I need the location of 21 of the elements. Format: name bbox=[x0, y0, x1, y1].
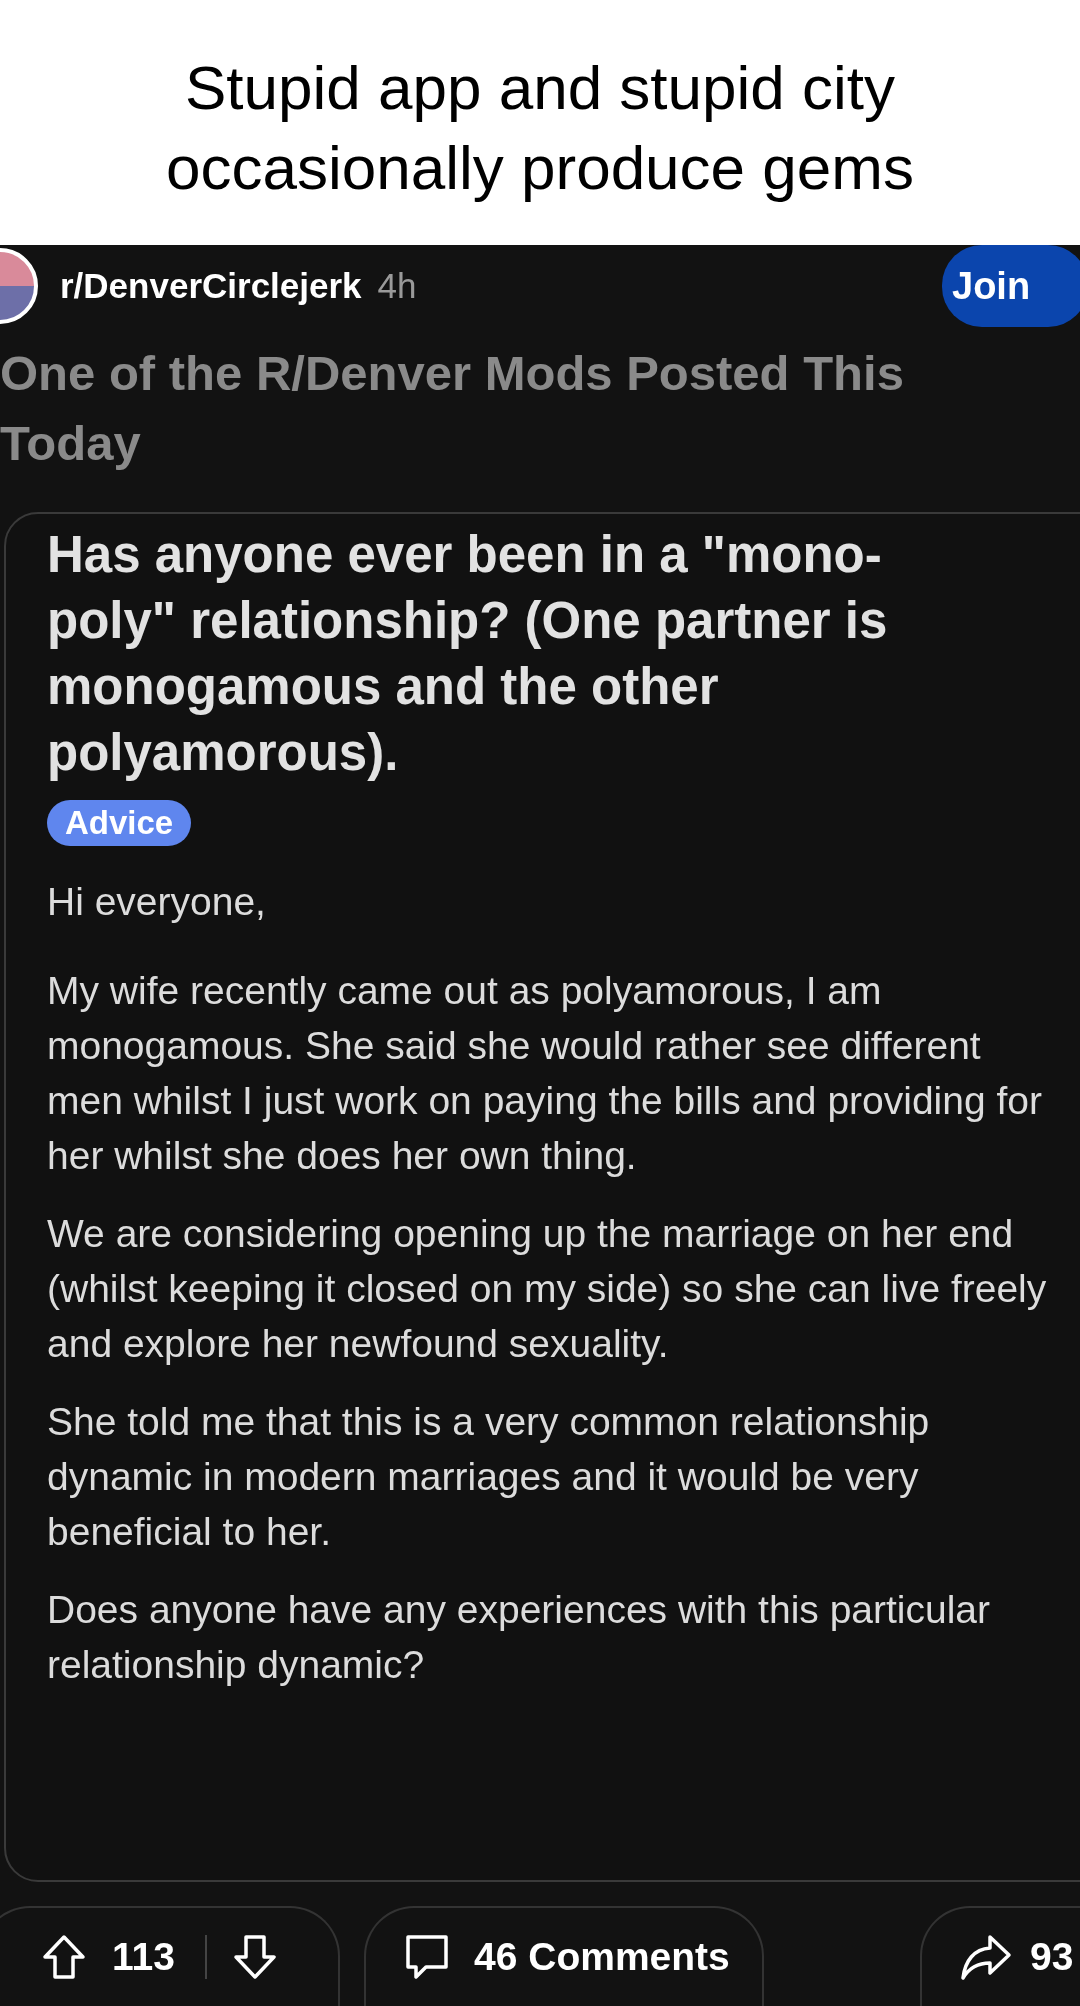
downvote-button[interactable] bbox=[232, 1934, 277, 1980]
downvote-arrow-icon bbox=[232, 1934, 277, 1980]
body-paragraph: Does anyone have any experiences with this particular relationship dynamic? bbox=[47, 1587, 992, 1688]
post-title: One of the R/Denver Mods Posted This Today bbox=[0, 345, 905, 472]
embedded-post-title: Has anyone ever been in a "mono-poly" relationship? (One partner is monogamous and the other polyamorous). bbox=[47, 525, 889, 783]
join-button[interactable]: Join bbox=[942, 245, 1080, 327]
comments-button[interactable]: 46 Comments bbox=[364, 1906, 764, 2006]
body-paragraph: We are considering opening up the marriage on her end (whilst keeping it closed on my side) so she can live freely and explore her newfound sexuality. bbox=[47, 1211, 1048, 1367]
subreddit-name[interactable]: r/DenverCirclejerk bbox=[60, 266, 362, 306]
body-paragraph: Hi everyone, bbox=[47, 879, 267, 925]
meme-caption: Stupid app and stupid city occasionally produce gems bbox=[165, 52, 915, 204]
body-paragraph: She told me that this is a very common relationship dynamic in modern marriages and it would be very beneficial to her. bbox=[47, 1399, 931, 1555]
share-button[interactable]: 93 bbox=[920, 1906, 1080, 2006]
upvote-arrow-icon bbox=[42, 1934, 86, 1980]
body-paragraph: My wife recently came out as polyamorous, I am monogamous. She said she would rather see different men whilst I just work on paying the bills and providing for her whilst she does her own thing. bbox=[47, 968, 1043, 1179]
comment-bubble-icon bbox=[404, 1933, 450, 1981]
post-time: 4h bbox=[377, 266, 417, 306]
flair-tag: Advice bbox=[47, 800, 192, 846]
vote-count: 113 bbox=[112, 1935, 175, 1979]
share-arrow-icon bbox=[960, 1933, 1012, 1981]
upvote-button[interactable] bbox=[42, 1934, 86, 1980]
